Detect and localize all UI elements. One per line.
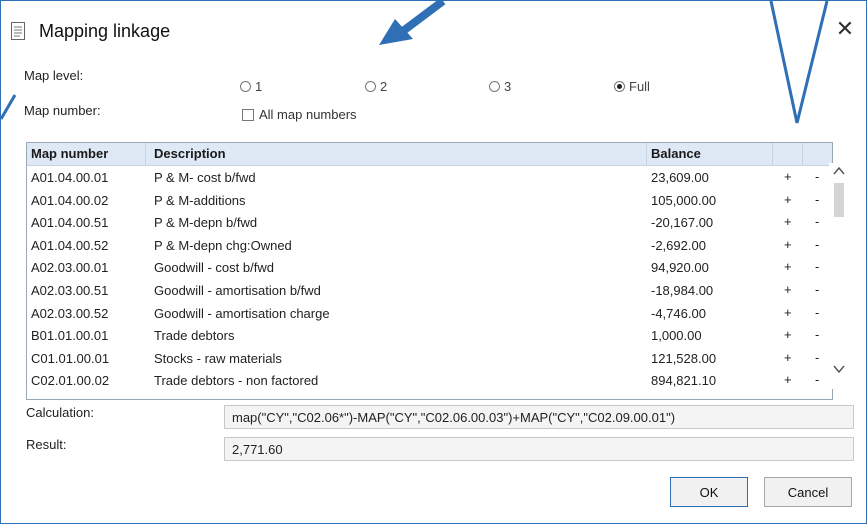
checkbox-label: All map numbers <box>259 107 357 122</box>
radio-level-1[interactable]: 1 <box>240 79 262 94</box>
table-row[interactable]: A01.04.00.01 P & M- cost b/fwd 23,609.00 + - <box>27 167 832 189</box>
table-row[interactable]: A02.03.00.52 Goodwill - amortisation char… <box>27 303 832 325</box>
balance-cell: -20,167.00 <box>651 215 714 231</box>
collapse-minus-button[interactable]: - <box>815 237 819 252</box>
map-table: Map number Description Balance A01.04.00… <box>26 142 833 400</box>
description-cell: Goodwill - amortisation b/fwd <box>154 283 321 298</box>
table-row[interactable]: B01.01.00.01 Trade debtors 1,000.00 + - <box>27 325 832 347</box>
radio-icon <box>240 81 251 92</box>
all-map-numbers-checkbox[interactable]: All map numbers <box>242 107 357 122</box>
dialog-window: Mapping linkage ✕ Map level: 1 2 3 Full … <box>0 0 867 524</box>
table-header: Map number Description Balance <box>27 143 832 166</box>
collapse-minus-button[interactable]: - <box>815 350 819 365</box>
cancel-button[interactable]: Cancel <box>764 477 852 507</box>
map-level-label: Map level: <box>24 68 84 83</box>
collapse-minus-button[interactable]: - <box>815 192 819 207</box>
radio-level-3[interactable]: 3 <box>489 79 511 94</box>
scroll-down-arrow-icon[interactable] <box>832 362 846 376</box>
map-number-label: Map number: <box>24 103 101 118</box>
map-number-cell: A01.04.00.52 <box>31 237 109 253</box>
balance-cell: -2,692.00 <box>651 237 706 253</box>
expand-plus-button[interactable]: + <box>784 350 792 365</box>
collapse-minus-button[interactable]: - <box>815 259 819 274</box>
collapse-minus-button[interactable]: - <box>815 372 819 387</box>
collapse-minus-button[interactable]: - <box>815 214 819 229</box>
balance-cell: -18,984.00 <box>651 283 714 298</box>
scrollbar-thumb[interactable] <box>834 183 844 217</box>
expand-plus-button[interactable]: + <box>784 259 792 274</box>
column-header-map-number[interactable]: Map number <box>31 146 108 161</box>
description-cell: P & M-depn chg:Owned <box>154 237 292 253</box>
document-icon <box>11 22 25 40</box>
close-icon[interactable]: ✕ <box>833 17 857 41</box>
balance-cell: 105,000.00 <box>651 192 717 208</box>
radio-selected-icon <box>614 81 625 92</box>
expand-plus-button[interactable]: + <box>784 305 792 320</box>
description-cell: P & M- cost b/fwd <box>154 170 256 185</box>
dialog-title: Mapping linkage <box>39 21 171 41</box>
table-row[interactable]: A01.04.00.51 P & M-depn b/fwd -20,167.00 + - <box>27 212 832 234</box>
checkbox-icon <box>242 108 254 121</box>
collapse-minus-button[interactable]: - <box>815 305 819 320</box>
radio-label: 3 <box>504 79 512 94</box>
annotation-arrow-left <box>1 94 17 120</box>
calculation-label: Calculation: <box>26 405 94 420</box>
scroll-up-arrow-icon[interactable] <box>832 164 846 178</box>
balance-cell: 1,000.00 <box>651 328 702 344</box>
result-label: Result: <box>26 437 67 452</box>
balance-cell: 894,821.10 <box>651 373 717 389</box>
ok-button[interactable]: OK <box>670 477 748 507</box>
column-header-description[interactable]: Description <box>154 146 226 161</box>
map-number-cell: C01.01.00.01 <box>31 350 110 366</box>
description-cell: Stocks - raw materials <box>154 350 282 366</box>
result-field[interactable]: 2,771.60 <box>224 437 854 461</box>
description-cell: Goodwill - amortisation charge <box>154 305 330 321</box>
radio-level-2[interactable]: 2 <box>365 79 387 94</box>
calculation-field[interactable]: map("CY","C02.06*")-MAP("CY","C02.06.00.… <box>224 405 854 429</box>
map-number-cell: A01.04.00.01 <box>31 170 109 185</box>
collapse-minus-button[interactable]: - <box>815 282 819 297</box>
map-number-cell: A02.03.00.52 <box>31 305 109 321</box>
expand-plus-button[interactable]: + <box>784 372 792 387</box>
balance-cell: 94,920.00 <box>651 260 709 276</box>
collapse-minus-button[interactable]: - <box>815 327 819 342</box>
expand-plus-button[interactable]: + <box>784 282 792 297</box>
description-cell: P & M-additions <box>154 192 246 208</box>
radio-label: 1 <box>255 79 263 94</box>
radio-label: 2 <box>380 79 388 94</box>
title-bar: Mapping linkage ✕ <box>9 11 859 53</box>
table-row[interactable]: C02.01.00.02 Trade debtors - non factored… <box>27 370 832 392</box>
table-row[interactable]: A02.03.00.51 Goodwill - amortisation b/fw… <box>27 280 832 302</box>
column-header-balance[interactable]: Balance <box>651 146 701 161</box>
table-row[interactable]: A02.03.00.01 Goodwill - cost b/fwd 94,920.… <box>27 257 832 279</box>
table-row[interactable]: C01.01.00.01 Stocks - raw materials 121,52… <box>27 348 832 370</box>
map-number-cell: A01.04.00.51 <box>31 215 109 231</box>
description-cell: Goodwill - cost b/fwd <box>154 260 274 276</box>
expand-plus-button[interactable]: + <box>784 192 792 207</box>
balance-cell: 121,528.00 <box>651 350 717 366</box>
description-cell: Trade debtors <box>154 328 235 344</box>
balance-cell: 23,609.00 <box>651 170 709 185</box>
table-row[interactable]: A01.04.00.02 P & M-additions 105,000.00 + - <box>27 190 832 212</box>
map-number-cell: A02.03.00.51 <box>31 283 109 298</box>
expand-plus-button[interactable]: + <box>784 237 792 252</box>
map-number-cell: C02.01.00.02 <box>31 373 110 389</box>
radio-level-full[interactable]: Full <box>614 79 650 94</box>
expand-plus-button[interactable]: + <box>784 214 792 229</box>
map-number-cell: B01.01.00.01 <box>31 328 109 344</box>
table-row[interactable]: A01.04.00.52 P & M-depn chg:Owned -2,692.0… <box>27 235 832 257</box>
description-cell: Trade debtors - non factored <box>154 373 319 389</box>
radio-icon <box>489 81 500 92</box>
description-cell: P & M-depn b/fwd <box>154 215 258 231</box>
balance-cell: -4,746.00 <box>651 305 706 321</box>
radio-label: Full <box>629 79 650 94</box>
map-number-cell: A01.04.00.02 <box>31 192 109 208</box>
expand-plus-button[interactable]: + <box>784 169 792 184</box>
collapse-minus-button[interactable]: - <box>815 169 819 184</box>
map-number-cell: A02.03.00.01 <box>31 260 109 276</box>
expand-plus-button[interactable]: + <box>784 327 792 342</box>
radio-icon <box>365 81 376 92</box>
